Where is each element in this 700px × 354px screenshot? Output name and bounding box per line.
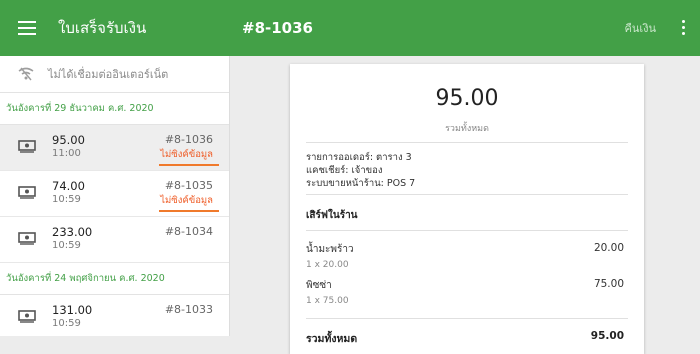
not-synced-underline bbox=[159, 164, 219, 166]
receipt-time: 11:00 bbox=[52, 148, 81, 159]
receipt-item-8-1035[interactable]: 74.00 10:59 #8-1035 ไม่ซิงค์ข้อมูล bbox=[0, 171, 229, 217]
receipt-detail-pane: 95.00 รวมทั้งหมด รายการออเดอร์: ตาราง 3 … bbox=[230, 56, 700, 354]
divider bbox=[306, 142, 628, 143]
offline-text: ไม่ได้เชื่อมต่ออินเตอร์เน็ต bbox=[48, 68, 169, 81]
line-item-qty: 1 x 75.00 bbox=[306, 296, 349, 306]
line-item-price: 20.00 bbox=[593, 242, 624, 254]
not-synced-label: ไม่ซิงค์ข้อมูล bbox=[160, 149, 213, 160]
cash-icon bbox=[18, 310, 36, 323]
wifi-off-icon bbox=[18, 67, 34, 81]
receipt-amount: 95.00 bbox=[52, 133, 85, 147]
receipt-total-amount: 95.00 bbox=[435, 86, 499, 111]
receipt-item-8-1036[interactable]: 95.00 11:00 #8-1036 ไม่ซิงค์ข้อมูล bbox=[0, 125, 229, 171]
receipt-amount: 131.00 bbox=[52, 303, 93, 317]
divider bbox=[306, 318, 628, 319]
date-header: วันอังคารที่ 24 พฤศจิกายน ค.ศ. 2020 bbox=[0, 263, 229, 295]
receipt-list[interactable]: ไม่ได้เชื่อมต่ออินเตอร์เน็ต วันอังคารที่… bbox=[0, 56, 230, 336]
toolbar-left: ใบเสร็จรับเงิน bbox=[0, 0, 230, 56]
receipt-time: 10:59 bbox=[52, 240, 81, 251]
receipt-card: 95.00 รวมทั้งหมด รายการออเดอร์: ตาราง 3 … bbox=[290, 64, 644, 354]
more-vert-icon[interactable] bbox=[682, 20, 686, 36]
receipt-item-8-1033[interactable]: 131.00 10:59 #8-1033 bbox=[0, 295, 229, 336]
divider bbox=[306, 230, 628, 231]
line-item-price: 75.00 bbox=[593, 278, 624, 290]
receipt-time: 10:59 bbox=[52, 194, 81, 205]
receipt-item-8-1034[interactable]: 233.00 10:59 #8-1034 bbox=[0, 217, 229, 263]
not-synced-label: ไม่ซิงค์ข้อมูล bbox=[160, 195, 213, 206]
receipt-time: 10:59 bbox=[52, 318, 81, 329]
app-toolbar: ใบเสร็จรับเงิน #8-1036 คืนเงิน bbox=[0, 0, 700, 56]
cash-icon bbox=[18, 232, 36, 245]
line-item-name: พิซซ่า bbox=[306, 280, 332, 291]
not-synced-underline bbox=[159, 210, 219, 212]
offline-banner: ไม่ได้เชื่อมต่ออินเตอร์เน็ต bbox=[0, 56, 229, 93]
receipt-number: #8-1036 bbox=[164, 133, 213, 146]
receipt-total-caption: รวมทั้งหมด bbox=[445, 124, 489, 134]
receipt-number: #8-1033 bbox=[164, 303, 213, 316]
line-item-qty: 1 x 20.00 bbox=[306, 260, 349, 270]
divider bbox=[306, 194, 628, 195]
app-title: ใบเสร็จรับเงิน bbox=[58, 19, 147, 37]
total-row-value: 95.00 bbox=[590, 330, 624, 342]
date-header: วันอังคารที่ 29 ธันวาคม ค.ศ. 2020 bbox=[0, 93, 229, 125]
pos-info: ระบบขายหน้าร้าน: POS 7 bbox=[306, 178, 416, 189]
refund-button[interactable]: คืนเงิน bbox=[624, 19, 656, 37]
receipt-number: #8-1034 bbox=[164, 225, 213, 238]
cash-icon bbox=[18, 140, 36, 153]
dining-option: เสิร์ฟในร้าน bbox=[306, 210, 358, 221]
menu-icon[interactable] bbox=[18, 21, 36, 35]
line-item-name: น้ำมะพร้าว bbox=[306, 244, 354, 255]
cash-icon bbox=[18, 186, 36, 199]
receipt-amount: 233.00 bbox=[52, 225, 93, 239]
receipt-number-title: #8-1036 bbox=[242, 19, 313, 37]
receipt-number: #8-1035 bbox=[164, 179, 213, 192]
receipt-amount: 74.00 bbox=[52, 179, 85, 193]
total-row-label: รวมทั้งหมด bbox=[306, 333, 358, 345]
